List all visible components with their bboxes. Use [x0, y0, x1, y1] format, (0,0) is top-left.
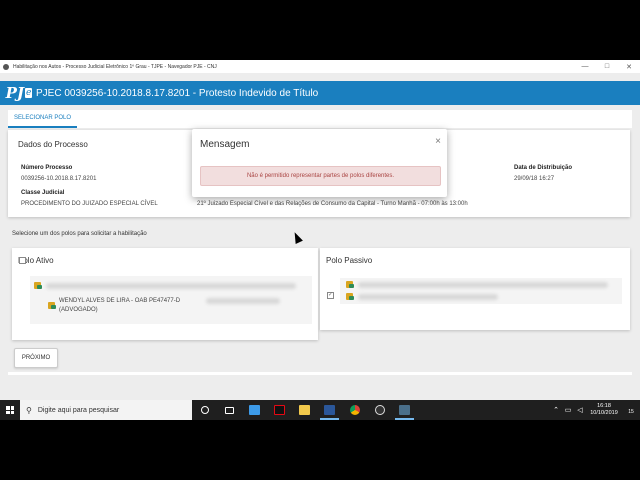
party-icon: [346, 293, 354, 300]
polo-passivo-panel: Polo Passivo ✓: [320, 248, 630, 330]
error-alert: Não é permitido representar partes de po…: [200, 166, 441, 186]
app-logo-icon: [3, 63, 9, 70]
pje-logo-e: e: [25, 88, 33, 98]
word-icon[interactable]: [317, 400, 342, 420]
classe-judicial-label: Classe Judicial: [21, 190, 65, 196]
instruction-text: Selecione um dos polos para solicitar a …: [12, 231, 147, 237]
maximize-button[interactable]: □: [596, 63, 618, 70]
polo-passivo-checkbox[interactable]: ✓: [327, 292, 334, 299]
app-header: PJ e PJEC 0039256-10.2018.8.17.8201 - Pro…: [0, 81, 640, 105]
cortana-icon[interactable]: [192, 400, 217, 420]
pje-logo[interactable]: PJ e: [5, 82, 33, 104]
screen: Habilitação nos Autos - Processo Judicia…: [0, 60, 640, 420]
system-tray: ⌃ ▭ ◁ 16:18 10/10/2019 15: [550, 400, 640, 420]
polo-ativo-list: WENDYL ALVES DE LIRA - OAB PE47477-D (AD…: [30, 276, 312, 324]
numero-processo-label: Número Processo: [21, 165, 73, 171]
party-name-redacted: [358, 294, 498, 300]
page-title: PJEC 0039256-10.2018.8.17.8201 - Protest…: [36, 87, 319, 99]
task-view-icon[interactable]: [217, 400, 242, 420]
windows-taskbar: ⚲ Digite aqui para pesquisar ⌃ ▭ ◁ 16:18…: [0, 400, 640, 420]
store-icon[interactable]: [242, 400, 267, 420]
clock-time: 16:18: [597, 403, 611, 409]
data-distribuicao-label: Data de Distribuição: [514, 165, 573, 171]
orgao-julgador-value: 21º Juizado Especial Cível e das Relaçõe…: [197, 201, 468, 207]
message-dialog: Mensagem × Não é permitido representar p…: [192, 129, 447, 197]
dialog-title: Mensagem: [200, 139, 250, 150]
numero-processo-value: 0039256-10.2018.8.17.8201: [21, 176, 97, 182]
notification-center-icon[interactable]: 15: [622, 406, 640, 415]
volume-icon[interactable]: ◁: [574, 406, 586, 414]
panel-bottom-edge: [8, 372, 632, 375]
clock[interactable]: 16:18 10/10/2019: [586, 403, 622, 417]
polo-ativo-panel: Polo Ativo WENDYL ALVES DE LIRA - OAB PE…: [12, 248, 318, 340]
polo-ativo-checkbox[interactable]: [19, 257, 26, 264]
start-button[interactable]: [0, 400, 20, 420]
chrome-icon[interactable]: [342, 400, 367, 420]
data-distribuicao-value: 29/09/18 16:27: [514, 176, 555, 182]
party-icon: [346, 281, 354, 288]
notification-count: 15: [628, 408, 634, 415]
dados-processo-title: Dados do Processo: [18, 140, 88, 149]
party-name-redacted: [46, 283, 296, 289]
windows-logo-icon: [6, 406, 14, 414]
netflix-icon[interactable]: [267, 400, 292, 420]
minimize-button[interactable]: —: [574, 63, 596, 70]
close-window-button[interactable]: ✕: [618, 63, 640, 71]
window-title: Habilitação nos Autos - Processo Judicia…: [13, 63, 217, 70]
search-icon: ⚲: [26, 405, 32, 415]
tab-bar: SELECIONAR POLO: [8, 110, 632, 128]
lawyer-role: (ADVOGADO): [59, 307, 98, 313]
pje-navigator-icon[interactable]: [392, 400, 417, 420]
network-icon[interactable]: ▭: [562, 406, 574, 414]
pje-logo-text: PJ: [5, 84, 25, 102]
party-name-redacted: [358, 282, 608, 288]
mouse-cursor-icon: [291, 230, 303, 244]
chevron-up-icon[interactable]: ⌃: [550, 406, 562, 414]
window-titlebar: Habilitação nos Autos - Processo Judicia…: [0, 60, 640, 73]
obs-icon[interactable]: [367, 400, 392, 420]
lawyer-extra-redacted: [206, 298, 280, 304]
taskbar-search-box[interactable]: ⚲ Digite aqui para pesquisar: [20, 400, 192, 420]
tab-selecionar-polo[interactable]: SELECIONAR POLO: [8, 110, 78, 128]
search-placeholder: Digite aqui para pesquisar: [37, 406, 120, 414]
clock-date: 10/10/2019: [590, 410, 618, 416]
proximo-button[interactable]: PRÓXIMO: [14, 348, 58, 368]
polo-passivo-title: Polo Passivo: [326, 256, 373, 265]
lawyer-name: WENDYL ALVES DE LIRA - OAB PE47477-D: [59, 298, 181, 304]
classe-judicial-value: PROCEDIMENTO DO JUIZADO ESPECIAL CÍVEL: [21, 201, 158, 207]
polo-passivo-list: [340, 278, 622, 304]
file-explorer-icon[interactable]: [292, 400, 317, 420]
party-icon: [34, 282, 42, 289]
lawyer-icon: [48, 302, 56, 309]
dialog-close-icon[interactable]: ×: [435, 136, 441, 147]
